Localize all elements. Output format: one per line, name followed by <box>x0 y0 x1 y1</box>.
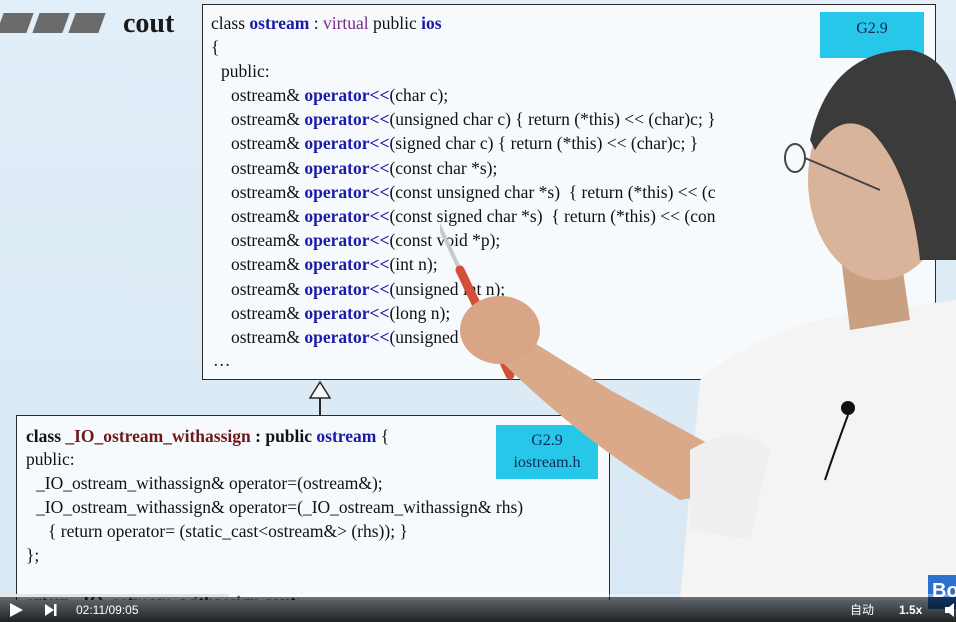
operator-signature: (int n); <box>389 254 438 275</box>
glasses <box>784 143 806 173</box>
next-button[interactable] <box>44 597 58 622</box>
return-type: ostream& <box>231 278 305 299</box>
return-type: ostream& <box>231 302 305 323</box>
operator-line: ostream& operator<<(long n); <box>231 302 450 324</box>
inheritance-arrow-icon <box>309 381 331 399</box>
lecture-slide: cout class ostream : virtual public ios … <box>0 0 956 600</box>
open-brace: { <box>211 37 220 57</box>
virtual-keyword: virtual <box>322 13 369 33</box>
player-controls: 02:11 / 09:05 自动 1.5x <box>0 597 956 622</box>
inheritance-line <box>319 398 321 416</box>
inherit-keyword: : public <box>250 426 317 446</box>
slide-title: cout <box>123 8 175 39</box>
operator-keyword: operator<< <box>304 85 390 105</box>
class-keyword: class <box>211 13 250 33</box>
public-label: public: <box>221 61 270 81</box>
class-keyword: class <box>26 426 66 446</box>
operator-keyword: operator<< <box>304 157 390 178</box>
return-type: ostream& <box>231 230 305 251</box>
speed-button[interactable]: 1.5x <box>899 597 922 622</box>
withassign-class-header: class _IO_ostream_withassign : public os… <box>26 425 389 447</box>
quality-button[interactable]: 自动 <box>850 597 874 622</box>
operator-keyword: operator<< <box>304 230 390 251</box>
pointer-stick <box>440 222 462 271</box>
return-type: ostream& <box>231 133 305 154</box>
operator-keyword: operator<< <box>304 181 390 202</box>
operator-keyword: operator<< <box>304 133 390 154</box>
open-brace: { <box>376 426 390 446</box>
play-button[interactable] <box>8 597 24 622</box>
time-display: 02:11 / 09:05 <box>76 597 139 622</box>
ostream-class-header: class ostream : virtual public ios <box>211 12 442 34</box>
ellipsis: … <box>213 350 231 370</box>
public-keyword: public <box>368 13 422 33</box>
operator-keyword: operator<< <box>304 109 390 130</box>
play-icon <box>10 602 23 617</box>
return-type: ostream& <box>231 157 305 178</box>
operator-keyword: operator<< <box>304 327 390 347</box>
return-type: ostream& <box>231 181 305 202</box>
close-brace: }; <box>26 545 40 565</box>
class-name: ostream <box>249 13 310 33</box>
operator-keyword: operator<< <box>304 254 390 275</box>
assign-op-body: { return operator= (static_cast<ostream&… <box>48 521 408 541</box>
lapel-mic <box>841 401 855 415</box>
operator-line: ostream& operator<<(int n); <box>231 253 438 275</box>
operator-line: ostream& operator<<(char c); <box>231 84 448 106</box>
presenter-image <box>440 50 956 600</box>
public-label: public: <box>26 449 75 469</box>
base-class-name: ios <box>421 13 442 33</box>
assign-op-line-1: _IO_ostream_withassign& operator=(ostrea… <box>36 473 383 493</box>
base-class-name: ostream <box>316 426 377 446</box>
duration: 09:05 <box>108 602 139 617</box>
return-type: ostream& <box>231 327 305 347</box>
next-icon <box>45 603 57 616</box>
current-time: 02:11 <box>76 602 106 617</box>
title-decoration-bars <box>0 13 106 33</box>
operator-keyword: operator<< <box>304 278 390 299</box>
return-type: ostream& <box>231 109 305 130</box>
operator-keyword: operator<< <box>304 302 390 323</box>
return-type: ostream& <box>231 85 305 105</box>
colon: : <box>309 13 323 33</box>
return-type: ostream& <box>231 254 305 275</box>
hand <box>460 296 540 364</box>
volume-button[interactable] <box>945 597 956 622</box>
return-type: ostream& <box>231 206 305 226</box>
class-name: _IO_ostream_withassign <box>65 426 251 446</box>
operator-keyword: operator<< <box>304 206 390 226</box>
volume-icon <box>945 602 954 617</box>
